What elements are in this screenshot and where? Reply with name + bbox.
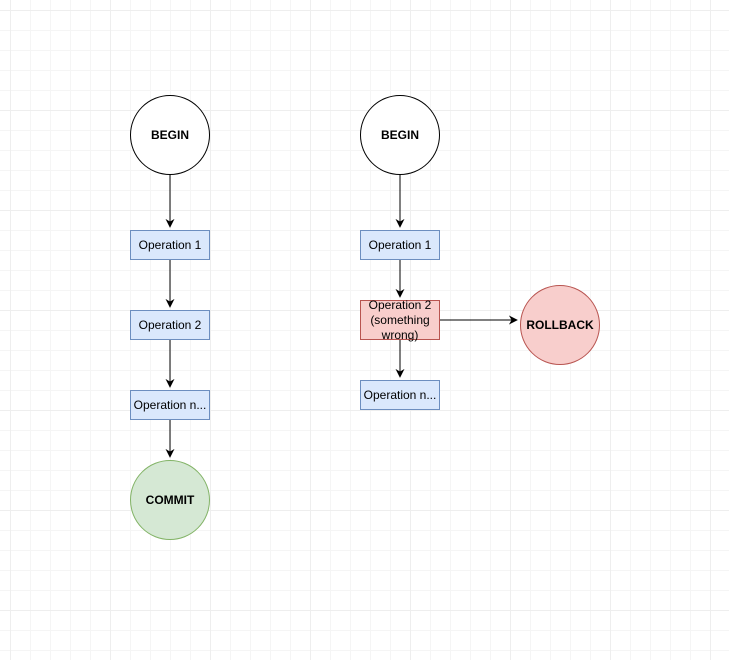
rollback-node[interactable]: ROLLBACK — [520, 285, 600, 365]
operation-n-node-left[interactable]: Operation n... — [130, 390, 210, 420]
begin-node-left[interactable]: BEGIN — [130, 95, 210, 175]
commit-node[interactable]: COMMIT — [130, 460, 210, 540]
operation-n-node-right[interactable]: Operation n... — [360, 380, 440, 410]
operation-1-node-left[interactable]: Operation 1 — [130, 230, 210, 260]
operation-1-node-right[interactable]: Operation 1 — [360, 230, 440, 260]
operation-2-error-node-right[interactable]: Operation 2 (something wrong) — [360, 300, 440, 340]
operation-2-node-left[interactable]: Operation 2 — [130, 310, 210, 340]
begin-node-right[interactable]: BEGIN — [360, 95, 440, 175]
diagram-canvas: BEGIN Operation 1 Operation 2 Operation … — [0, 0, 729, 660]
